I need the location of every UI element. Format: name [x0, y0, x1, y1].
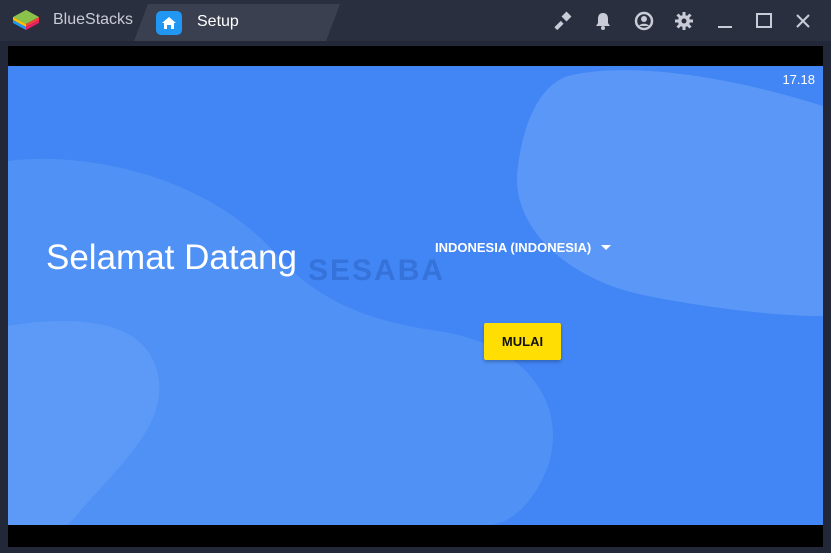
- dropdown-caret-icon: [601, 245, 612, 250]
- start-button[interactable]: MULAI: [484, 323, 561, 360]
- bell-icon[interactable]: [591, 9, 615, 33]
- gear-icon[interactable]: [672, 9, 696, 33]
- tab-setup[interactable]: Setup: [134, 4, 340, 41]
- title-bar: BlueStacks Setup: [0, 0, 831, 41]
- setup-screen: 17.18 Selamat Datang SESABA INDONESIA (I…: [8, 66, 823, 525]
- language-selected: INDONESIA (INDONESIA): [435, 240, 592, 255]
- maximize-icon[interactable]: [752, 9, 776, 33]
- app-name: BlueStacks: [53, 11, 134, 28]
- home-tab[interactable]: BlueStacks: [0, 0, 140, 41]
- account-icon[interactable]: [632, 9, 656, 33]
- bluestacks-window: BlueStacks Setup 17.18 Selamat Datang SE…: [0, 0, 831, 553]
- minimize-icon[interactable]: [713, 9, 737, 33]
- bluestacks-logo-icon: [13, 10, 39, 30]
- tab-setup-label: Setup: [197, 13, 239, 30]
- welcome-title: Selamat Datang: [46, 238, 297, 277]
- close-icon[interactable]: [791, 9, 815, 33]
- clock: 17.18: [782, 72, 815, 87]
- language-dropdown[interactable]: INDONESIA (INDONESIA): [435, 240, 612, 255]
- watermark: SESABA: [308, 254, 446, 287]
- home-icon: [156, 11, 182, 35]
- brush-icon[interactable]: [552, 9, 576, 33]
- background-shape: [8, 70, 823, 525]
